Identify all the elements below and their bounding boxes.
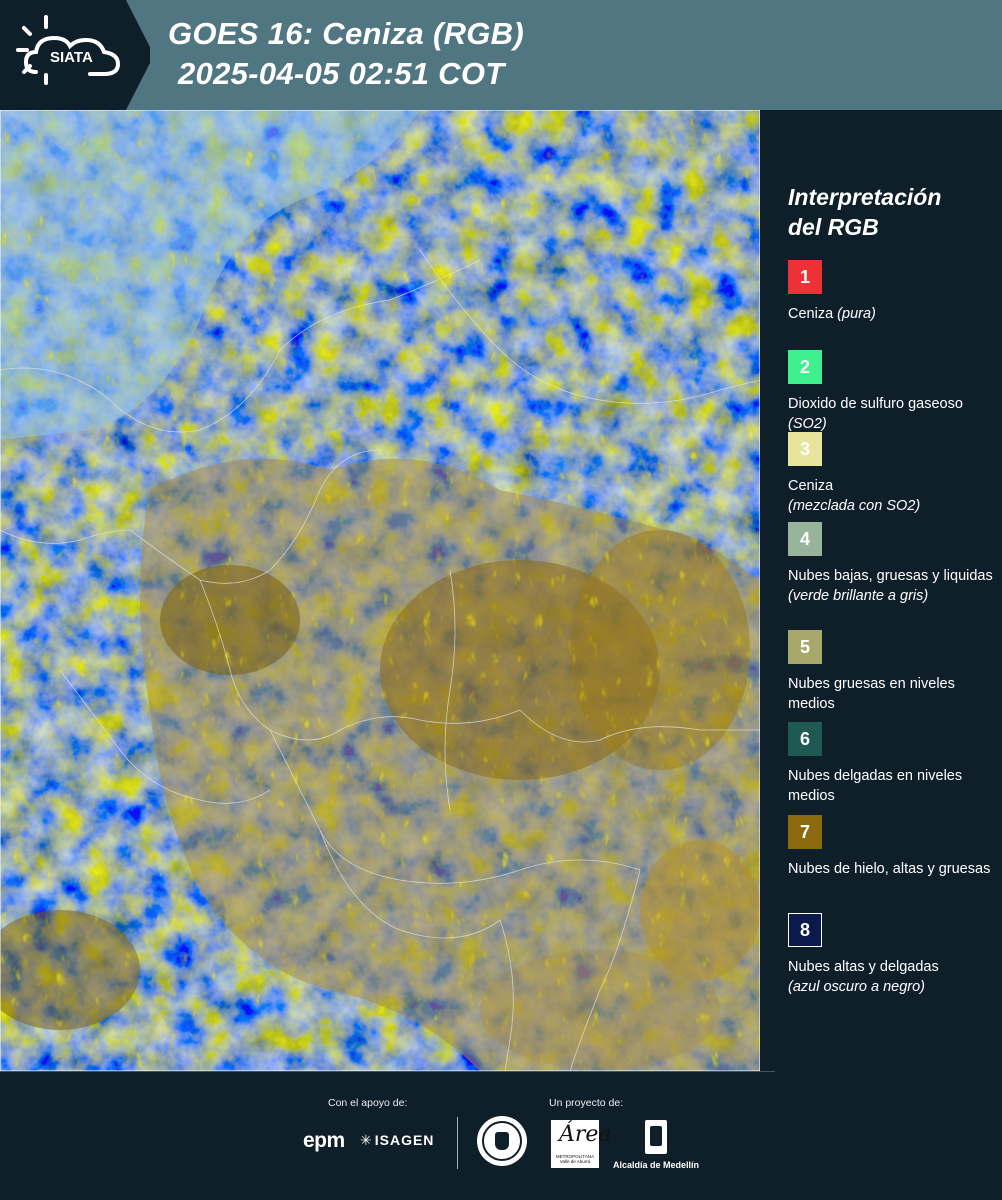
legend-item-text: Ceniza (pura) (788, 304, 993, 324)
legend-item-text: Nubes de hielo, altas y gruesas (788, 859, 993, 879)
support-label: Con el apoyo de: (328, 1097, 408, 1109)
legend-title-line-1: Interpretación (788, 184, 942, 210)
legend-item-text: Ceniza (mezclada con SO2) (788, 476, 993, 516)
seal-icon (482, 1121, 522, 1161)
legend-item-label: Dioxido de sulfuro gaseoso (788, 396, 963, 412)
legend-item: 2 Dioxido de sulfuro gaseoso (SO2) (788, 350, 993, 434)
alcaldia-label: Alcaldía de Medellín (613, 1160, 700, 1170)
legend-title: Interpretación del RGB (788, 182, 941, 242)
satellite-image (0, 110, 760, 1071)
legend-panel: Interpretación del RGB 1 Ceniza (pura) 2 Di… (760, 110, 1002, 1071)
isagen-mark-icon: ✳ (360, 1132, 373, 1148)
alcaldia-shield-icon (645, 1120, 667, 1154)
legend-item-note: (azul oscuro a negro) (788, 979, 926, 995)
siata-logo-icon: SIATA (0, 0, 150, 110)
legend-title-line-2: del RGB (788, 214, 879, 240)
legend-item: 4 Nubes bajas, gruesas y liquidas (verde b… (788, 522, 993, 606)
footer-divider (0, 1071, 775, 1072)
title-line-2: 2025-04-05 02:51 COT (178, 56, 505, 91)
legend-item-label: Nubes delgadas en niveles medios (788, 768, 963, 804)
legend-item-note: (verde brillante a gris) (788, 588, 929, 604)
legend-swatch: 2 (788, 350, 822, 384)
legend-item-note: (SO2) (788, 416, 827, 432)
epm-logo: epm (303, 1129, 345, 1152)
footer-separator (457, 1117, 458, 1169)
seal-logo (477, 1116, 527, 1166)
legend-swatch: 5 (788, 630, 822, 664)
isagen-logo: ✳ ISAGEN (360, 1132, 434, 1149)
header-bar: SIATA GOES 16: Ceniza (RGB) 2025-04-05 0… (0, 0, 1002, 110)
footer: Con el apoyo de: Un proyecto de: epm ✳ IS… (0, 1071, 1002, 1200)
legend-item-text: Dioxido de sulfuro gaseoso (SO2) (788, 394, 993, 434)
legend-item-label: Ceniza (788, 306, 834, 322)
legend-swatch: 7 (788, 815, 822, 849)
legend-item-label: Nubes gruesas en niveles medios (788, 676, 955, 712)
legend-swatch: 6 (788, 722, 822, 756)
legend-item-label: Nubes bajas, gruesas y liquidas (788, 568, 993, 584)
legend-item-label: Nubes de hielo, altas y gruesas (788, 861, 991, 877)
legend-item: 3 Ceniza (mezclada con SO2) (788, 432, 993, 516)
satellite-map-icon (0, 110, 760, 1071)
legend-swatch: 8 (788, 913, 822, 947)
area-logo-text: Área (559, 1122, 612, 1147)
legend-swatch: 3 (788, 432, 822, 466)
legend-item-text: Nubes delgadas en niveles medios (788, 766, 993, 806)
logo-text: SIATA (50, 49, 93, 66)
legend-item: 8 Nubes altas y delgadas (azul oscuro a ne… (788, 913, 993, 997)
legend-item: 7 Nubes de hielo, altas y gruesas (788, 815, 993, 879)
legend-item-note: (mezclada con SO2) (788, 498, 921, 514)
legend-item-text: Nubes gruesas en niveles medios (788, 674, 993, 714)
page-title: GOES 16: Ceniza (RGB) 2025-04-05 02:51 C… (168, 14, 524, 94)
area-logo-subtext: METROPOLITANA Valle de Aburrá (555, 1154, 595, 1164)
legend-swatch: 4 (788, 522, 822, 556)
legend-item-text: Nubes altas y delgadas (azul oscuro a neg… (788, 957, 993, 997)
legend-item: 1 Ceniza (pura) (788, 260, 993, 324)
legend-item: 5 Nubes gruesas en niveles medios (788, 630, 993, 714)
project-label: Un proyecto de: (549, 1097, 624, 1109)
legend-swatch: 1 (788, 260, 822, 294)
legend-item-note: (pura) (837, 306, 876, 322)
legend-item-label: Nubes altas y delgadas (788, 959, 939, 975)
legend-item-label: Ceniza (788, 478, 834, 494)
siata-logo[interactable]: SIATA (0, 0, 150, 110)
isagen-text: ISAGEN (374, 1132, 435, 1148)
title-line-1: GOES 16: Ceniza (RGB) (168, 16, 524, 51)
legend-item-text: Nubes bajas, gruesas y liquidas (verde br… (788, 566, 993, 606)
area-metropolitana-logo: Área METROPOLITANA Valle de Aburrá (551, 1120, 612, 1168)
legend-item: 6 Nubes delgadas en niveles medios (788, 722, 993, 806)
